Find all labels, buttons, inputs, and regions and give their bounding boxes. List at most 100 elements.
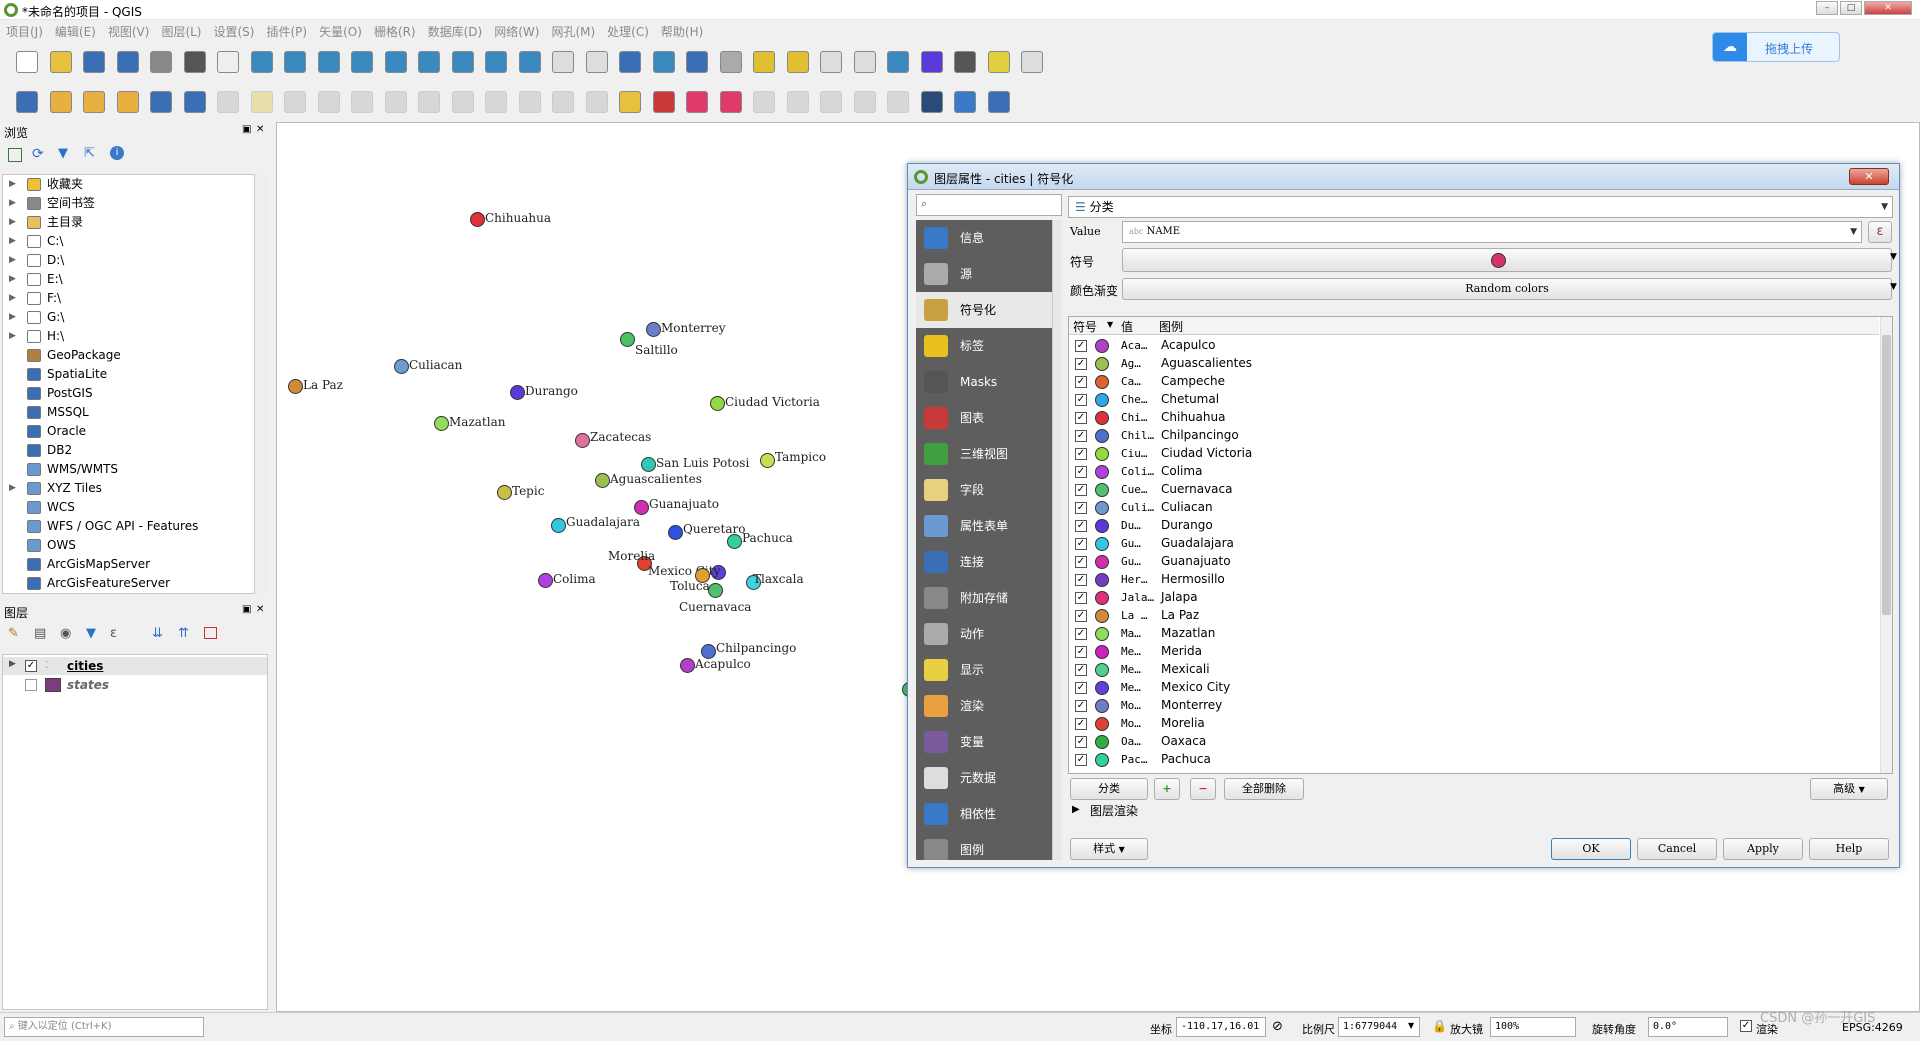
category-symbol[interactable] bbox=[1095, 483, 1109, 497]
field-calculator-icon[interactable] bbox=[853, 51, 876, 73]
category-row[interactable]: ✓ Gu… Guadalajara bbox=[1069, 535, 1879, 553]
expand-arrow-icon[interactable]: ▶ bbox=[1072, 804, 1080, 815]
dialog-close-button[interactable]: ✕ bbox=[1849, 168, 1889, 185]
category-row[interactable]: ✓ Che… Chetumal bbox=[1069, 391, 1879, 409]
category-row[interactable]: ✓ Aca… Acapulco bbox=[1069, 337, 1879, 355]
layer-rendering-section[interactable]: 图层渲染 bbox=[1090, 802, 1138, 819]
data-source-manager-icon[interactable] bbox=[16, 91, 38, 113]
city-marker-saltillo[interactable] bbox=[620, 332, 635, 347]
expand-arrow-icon[interactable]: ▶ bbox=[9, 213, 16, 232]
label-settings-icon[interactable] bbox=[887, 91, 909, 113]
category-checkbox[interactable]: ✓ bbox=[1075, 736, 1087, 748]
category-symbol[interactable] bbox=[1095, 735, 1109, 749]
zoom-in-icon[interactable] bbox=[284, 51, 306, 73]
category-symbol[interactable] bbox=[1095, 501, 1109, 515]
expand-arrow-icon[interactable]: ▶ bbox=[9, 175, 16, 194]
edit-attributes-icon[interactable] bbox=[384, 91, 407, 113]
category-row[interactable]: ✓ Me… Mexicali bbox=[1069, 661, 1879, 679]
category-checkbox[interactable]: ✓ bbox=[1075, 682, 1087, 694]
nav-item-joins[interactable]: 连接 bbox=[916, 544, 1062, 580]
plugins-icon[interactable] bbox=[920, 91, 943, 113]
nav-item-rendering[interactable]: 渲染 bbox=[916, 688, 1062, 724]
print-layout-icon[interactable] bbox=[150, 51, 172, 73]
new-temp-layer-icon[interactable] bbox=[183, 91, 206, 113]
menu-item-10[interactable]: 网孔(M) bbox=[545, 20, 601, 43]
category-checkbox[interactable]: ✓ bbox=[1075, 646, 1087, 658]
category-row[interactable]: ✓ Chil… Chilpancingo bbox=[1069, 427, 1879, 445]
browser-item-arcgisfeatureserver[interactable]: ArcGisFeatureServer bbox=[3, 574, 267, 593]
nav-item-actions[interactable]: 动作 bbox=[916, 616, 1062, 652]
refresh-icon[interactable]: ⟳ bbox=[32, 146, 44, 162]
browser-item-e[interactable]: ▶ E:\ bbox=[3, 270, 267, 289]
coordinate-field[interactable]: -110.17,16.01 bbox=[1176, 1017, 1266, 1037]
menu-item-3[interactable]: 图层(L) bbox=[155, 20, 207, 43]
city-marker-la-paz[interactable] bbox=[288, 379, 303, 394]
city-marker-aguascalientes[interactable] bbox=[595, 473, 610, 488]
zoom-layer-icon[interactable] bbox=[418, 51, 440, 73]
paste-icon[interactable] bbox=[518, 91, 541, 113]
browser-item-[interactable]: ▶ 收藏夹 bbox=[3, 175, 267, 194]
category-symbol[interactable] bbox=[1095, 393, 1109, 407]
save-edits-icon[interactable] bbox=[284, 91, 306, 113]
city-marker-tepic[interactable] bbox=[497, 485, 512, 500]
category-row[interactable]: ✓ Ag… Aguascalientes bbox=[1069, 355, 1879, 373]
city-marker-colima[interactable] bbox=[538, 573, 553, 588]
change-label-icon[interactable] bbox=[820, 91, 842, 113]
category-checkbox[interactable]: ✓ bbox=[1075, 538, 1087, 550]
filter-icon[interactable]: ▼ bbox=[58, 146, 68, 161]
category-row[interactable]: ✓ Gu… Guanajuato bbox=[1069, 553, 1879, 571]
city-marker-acapulco[interactable] bbox=[680, 658, 695, 673]
toggle-extents-icon[interactable]: ⊘ bbox=[1272, 1019, 1283, 1034]
category-checkbox[interactable]: ✓ bbox=[1075, 592, 1087, 604]
text-annotation-icon[interactable] bbox=[1021, 51, 1043, 73]
show-labels-icon[interactable] bbox=[853, 91, 876, 113]
maximize-button[interactable]: □ bbox=[1840, 1, 1862, 15]
header-symbol[interactable]: 符号 bbox=[1073, 318, 1097, 335]
close-panel-icon[interactable]: ✕ bbox=[256, 604, 264, 615]
cut-icon[interactable] bbox=[451, 91, 474, 113]
category-symbol[interactable] bbox=[1095, 573, 1109, 587]
chevron-down-icon[interactable]: ▼ bbox=[1408, 1021, 1414, 1030]
browser-item-ows[interactable]: OWS bbox=[3, 536, 267, 555]
value-field-select[interactable]: abc NAME ▼ bbox=[1122, 221, 1862, 243]
attribute-table-icon[interactable] bbox=[820, 51, 842, 73]
pan-to-selection-icon[interactable] bbox=[250, 51, 273, 73]
category-row[interactable]: ✓ Ca… Campeche bbox=[1069, 373, 1879, 391]
chevron-down-icon[interactable]: ▼ bbox=[1890, 252, 1897, 262]
category-row[interactable]: ✓ Ciu… Ciudad Victoria bbox=[1069, 445, 1879, 463]
browser-item-postgis[interactable]: PostGIS bbox=[3, 384, 267, 403]
delete-all-button[interactable]: 全部删除 bbox=[1224, 778, 1304, 800]
browser-scrollbar[interactable] bbox=[254, 174, 268, 594]
category-symbol[interactable] bbox=[1095, 447, 1109, 461]
identify-icon[interactable] bbox=[686, 51, 708, 73]
new-spatialite-icon[interactable] bbox=[116, 91, 139, 113]
open-project-icon[interactable] bbox=[49, 51, 72, 73]
locator-search-input[interactable]: ⌕ 键入以定位 (Ctrl+K) bbox=[4, 1017, 204, 1037]
cancel-button[interactable]: Cancel bbox=[1637, 838, 1717, 860]
category-row[interactable]: ✓ Me… Merida bbox=[1069, 643, 1879, 661]
browser-item-d[interactable]: ▶ D:\ bbox=[3, 251, 267, 270]
add-group-icon[interactable]: ▤ bbox=[34, 626, 46, 641]
cloud-upload-button[interactable]: ☁ 拖拽上传 bbox=[1712, 32, 1840, 62]
filter-legend-icon[interactable]: ▼ bbox=[86, 626, 96, 641]
category-checkbox[interactable]: ✓ bbox=[1075, 412, 1087, 424]
remove-layer-icon[interactable] bbox=[204, 627, 217, 639]
category-row[interactable]: ✓ Mo… Morelia bbox=[1069, 715, 1879, 733]
lock-icon[interactable]: 🔒 bbox=[1432, 1019, 1447, 1033]
city-marker-san-luis-potosi[interactable] bbox=[641, 457, 656, 472]
ok-button[interactable]: OK bbox=[1551, 838, 1631, 860]
expand-arrow-icon[interactable]: ▶ bbox=[9, 270, 16, 289]
city-marker-chihuahua[interactable] bbox=[470, 212, 485, 227]
nav-item-masks[interactable]: Masks bbox=[916, 364, 1062, 400]
add-selected-layers-icon[interactable] bbox=[8, 148, 22, 162]
expand-arrow-icon[interactable]: ▶ bbox=[9, 479, 16, 498]
help-icon[interactable] bbox=[987, 91, 1010, 113]
dialog-search-input[interactable]: ⌕ bbox=[916, 194, 1062, 216]
category-checkbox[interactable]: ✓ bbox=[1075, 664, 1087, 676]
category-symbol[interactable] bbox=[1095, 681, 1109, 695]
city-marker-mazatlan[interactable] bbox=[434, 416, 449, 431]
select-feature-icon[interactable] bbox=[753, 51, 775, 73]
category-symbol[interactable] bbox=[1095, 519, 1109, 533]
category-row[interactable]: ✓ Ma… Mazatlan bbox=[1069, 625, 1879, 643]
nav-item-legend[interactable]: 图例 bbox=[916, 832, 1062, 860]
